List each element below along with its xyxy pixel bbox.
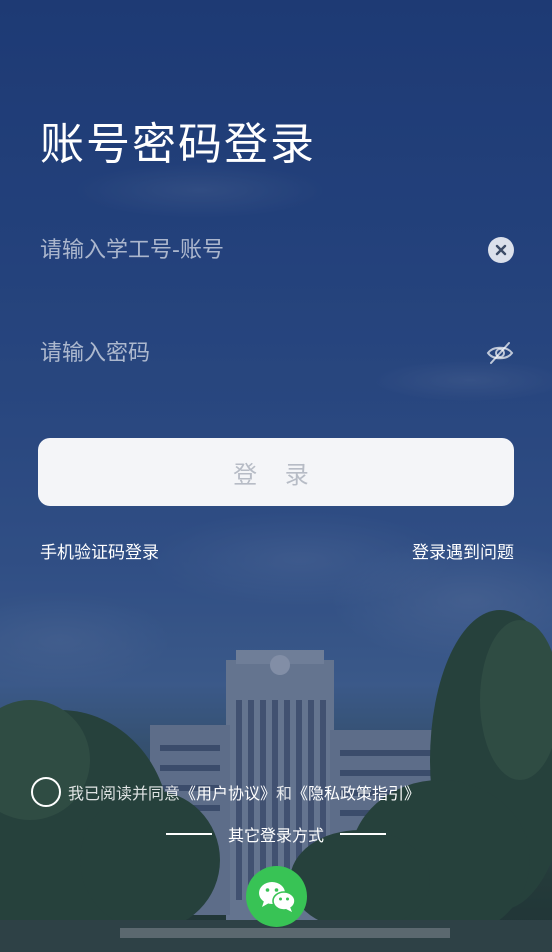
eye-hidden-icon[interactable] (486, 339, 514, 367)
login-button[interactable]: 登 录 (38, 438, 514, 506)
username-input[interactable] (40, 237, 488, 263)
agreement-prefix: 我已阅读并同意 (68, 784, 181, 803)
agreement-checkbox[interactable] (31, 777, 61, 807)
password-input[interactable] (40, 340, 486, 366)
password-field[interactable] (40, 333, 514, 373)
other-login-divider: 其它登录方式 (0, 822, 552, 846)
sms-login-link[interactable]: 手机验证码登录 (40, 538, 159, 563)
other-login-label: 其它登录方式 (227, 826, 324, 845)
username-field[interactable] (40, 230, 514, 270)
login-help-link[interactable]: 登录遇到问题 (412, 538, 514, 563)
divider-line-left (165, 833, 212, 835)
divider-line-right (340, 833, 386, 835)
user-agreement-link[interactable]: 《用户协议》 (180, 780, 276, 804)
wechat-login-button[interactable] (246, 866, 307, 927)
page-title: 账号密码登录 (40, 119, 316, 170)
agreement-and: 和 (276, 784, 293, 803)
clear-icon[interactable] (488, 237, 514, 263)
privacy-policy-link[interactable]: 《隐私政策指引》 (292, 780, 420, 804)
wechat-icon (258, 881, 296, 912)
agreement-row: 我已阅读并同意 《用户协议》 和 《隐私政策指引》 (31, 776, 420, 808)
